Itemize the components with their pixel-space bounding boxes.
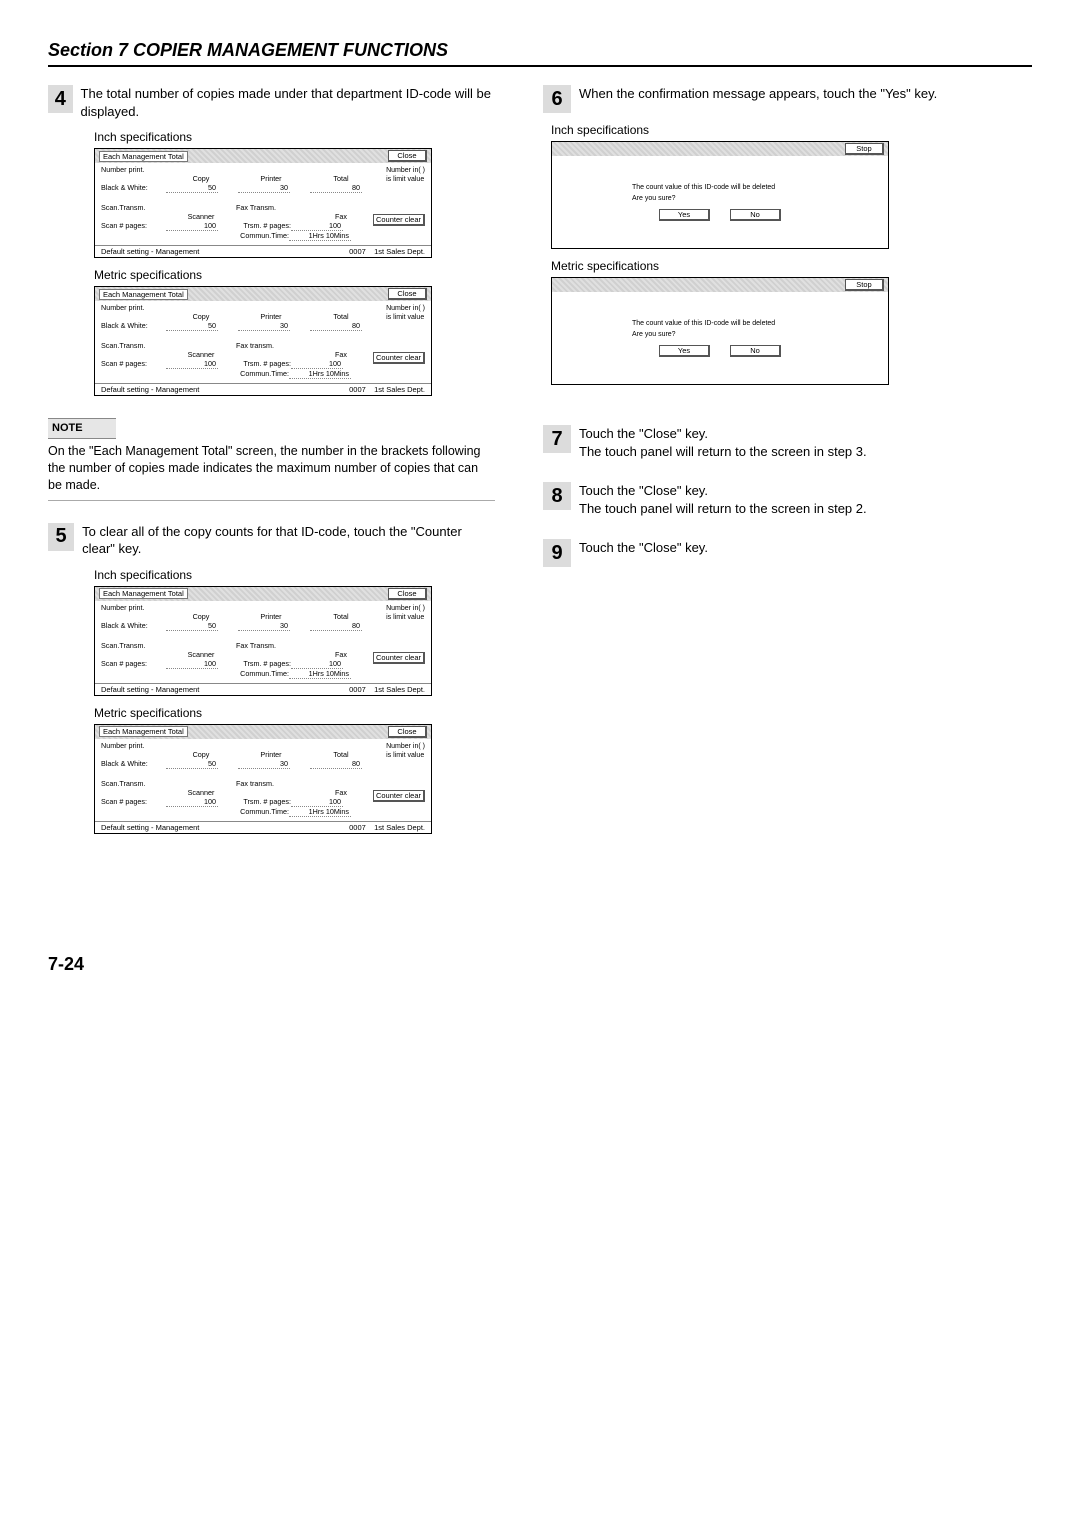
trsm-pages-value: 100 <box>291 221 343 231</box>
inch-spec-label: Inch specifications <box>94 130 495 144</box>
step-5-badge: 5 <box>48 523 74 551</box>
mgmt-total-panel-metric-1: Each Management TotalClose Number in( )i… <box>94 286 432 396</box>
printer-header: Printer <box>236 174 306 183</box>
yes-button[interactable]: Yes <box>659 209 710 221</box>
scan-pages-label: Scan # pages: <box>101 221 166 231</box>
stop-button[interactable]: Stop <box>845 279 884 291</box>
bw-copy-value: 50 <box>166 183 218 193</box>
step-8-text: Touch the "Close" key.The touch panel wi… <box>579 482 867 517</box>
counter-clear-button[interactable]: Counter clear <box>373 652 425 664</box>
bw-label: Black & White: <box>101 183 166 193</box>
inch-spec-label: Inch specifications <box>94 568 495 582</box>
number-print-label: Number print. <box>101 165 425 174</box>
confirm-panel-metric: Stop The count value of this ID-code wil… <box>551 277 889 385</box>
confirm-msg-1: The count value of this ID-code will be … <box>632 183 775 192</box>
trsm-pages-label: Trsm. # pages: <box>226 221 291 231</box>
step-4-text: The total number of copies made under th… <box>81 85 495 120</box>
section-title: Section 7 COPIER MANAGEMENT FUNCTIONS <box>48 40 1032 67</box>
panel-foot-dept: 1st Sales Dept. <box>374 247 425 256</box>
close-button[interactable]: Close <box>388 150 427 162</box>
step-6-text: When the confirmation message appears, t… <box>579 85 937 113</box>
counter-clear-button[interactable]: Counter clear <box>373 214 425 226</box>
close-button[interactable]: Close <box>388 588 427 600</box>
step-8-badge: 8 <box>543 482 571 510</box>
bw-printer-value: 30 <box>238 183 290 193</box>
step-5-text: To clear all of the copy counts for that… <box>82 523 495 558</box>
no-button[interactable]: No <box>730 209 781 221</box>
bw-total-value: 80 <box>310 183 362 193</box>
limit-value-note: Number in( )is limit value <box>386 166 425 184</box>
scanner-header: Scanner <box>166 212 236 221</box>
metric-spec-label: Metric specifications <box>94 268 495 282</box>
mgmt-total-panel-inch-2: Each Management TotalClose Number in( )i… <box>94 586 432 696</box>
step-9-text: Touch the "Close" key. <box>579 539 708 567</box>
metric-spec-label: Metric specifications <box>94 706 495 720</box>
step-9-badge: 9 <box>543 539 571 567</box>
confirm-msg-2: Are you sure? <box>632 194 775 203</box>
step-7-badge: 7 <box>543 425 571 453</box>
note-block: NOTE On the "Each Management Total" scre… <box>48 418 495 500</box>
counter-clear-button[interactable]: Counter clear <box>373 352 425 364</box>
inch-spec-label: Inch specifications <box>551 123 990 137</box>
close-button[interactable]: Close <box>388 726 427 738</box>
fax-transm-label: Fax Transm. <box>236 203 276 212</box>
metric-spec-label: Metric specifications <box>551 259 990 273</box>
note-header: NOTE <box>48 418 116 439</box>
confirm-panel-inch: Stop The count value of this ID-code wil… <box>551 141 889 249</box>
step-6-badge: 6 <box>543 85 571 113</box>
left-column: 4 The total number of copies made under … <box>48 85 495 975</box>
no-button[interactable]: No <box>730 345 781 357</box>
scan-transm-label: Scan.Transm. <box>101 203 166 212</box>
scan-pages-value: 100 <box>166 221 218 231</box>
step-7-text: Touch the "Close" key.The touch panel wi… <box>579 425 867 460</box>
commun-time-label: Commun.Time: <box>224 231 289 241</box>
panel-foot-id: 0007 <box>349 247 366 256</box>
step-4-badge: 4 <box>48 85 73 113</box>
note-text: On the "Each Management Total" screen, t… <box>48 443 495 494</box>
mgmt-total-panel-metric-2: Each Management TotalClose Number in( )i… <box>94 724 432 834</box>
panel-tab: Each Management Total <box>99 289 188 300</box>
mgmt-total-panel-inch-1: Each Management Total Close Number in( )… <box>94 148 432 258</box>
total-header: Total <box>306 174 376 183</box>
commun-time-value: 1Hrs 10Mins <box>289 231 351 241</box>
close-button[interactable]: Close <box>388 288 427 300</box>
panel-tab: Each Management Total <box>99 151 188 162</box>
stop-button[interactable]: Stop <box>845 143 884 155</box>
fax-header: Fax <box>306 212 376 221</box>
page-number: 7-24 <box>48 954 495 975</box>
yes-button[interactable]: Yes <box>659 345 710 357</box>
copy-header: Copy <box>166 174 236 183</box>
counter-clear-button[interactable]: Counter clear <box>373 790 425 802</box>
panel-foot-left: Default setting - Management <box>101 247 199 256</box>
right-column: 6 When the confirmation message appears,… <box>543 85 990 975</box>
